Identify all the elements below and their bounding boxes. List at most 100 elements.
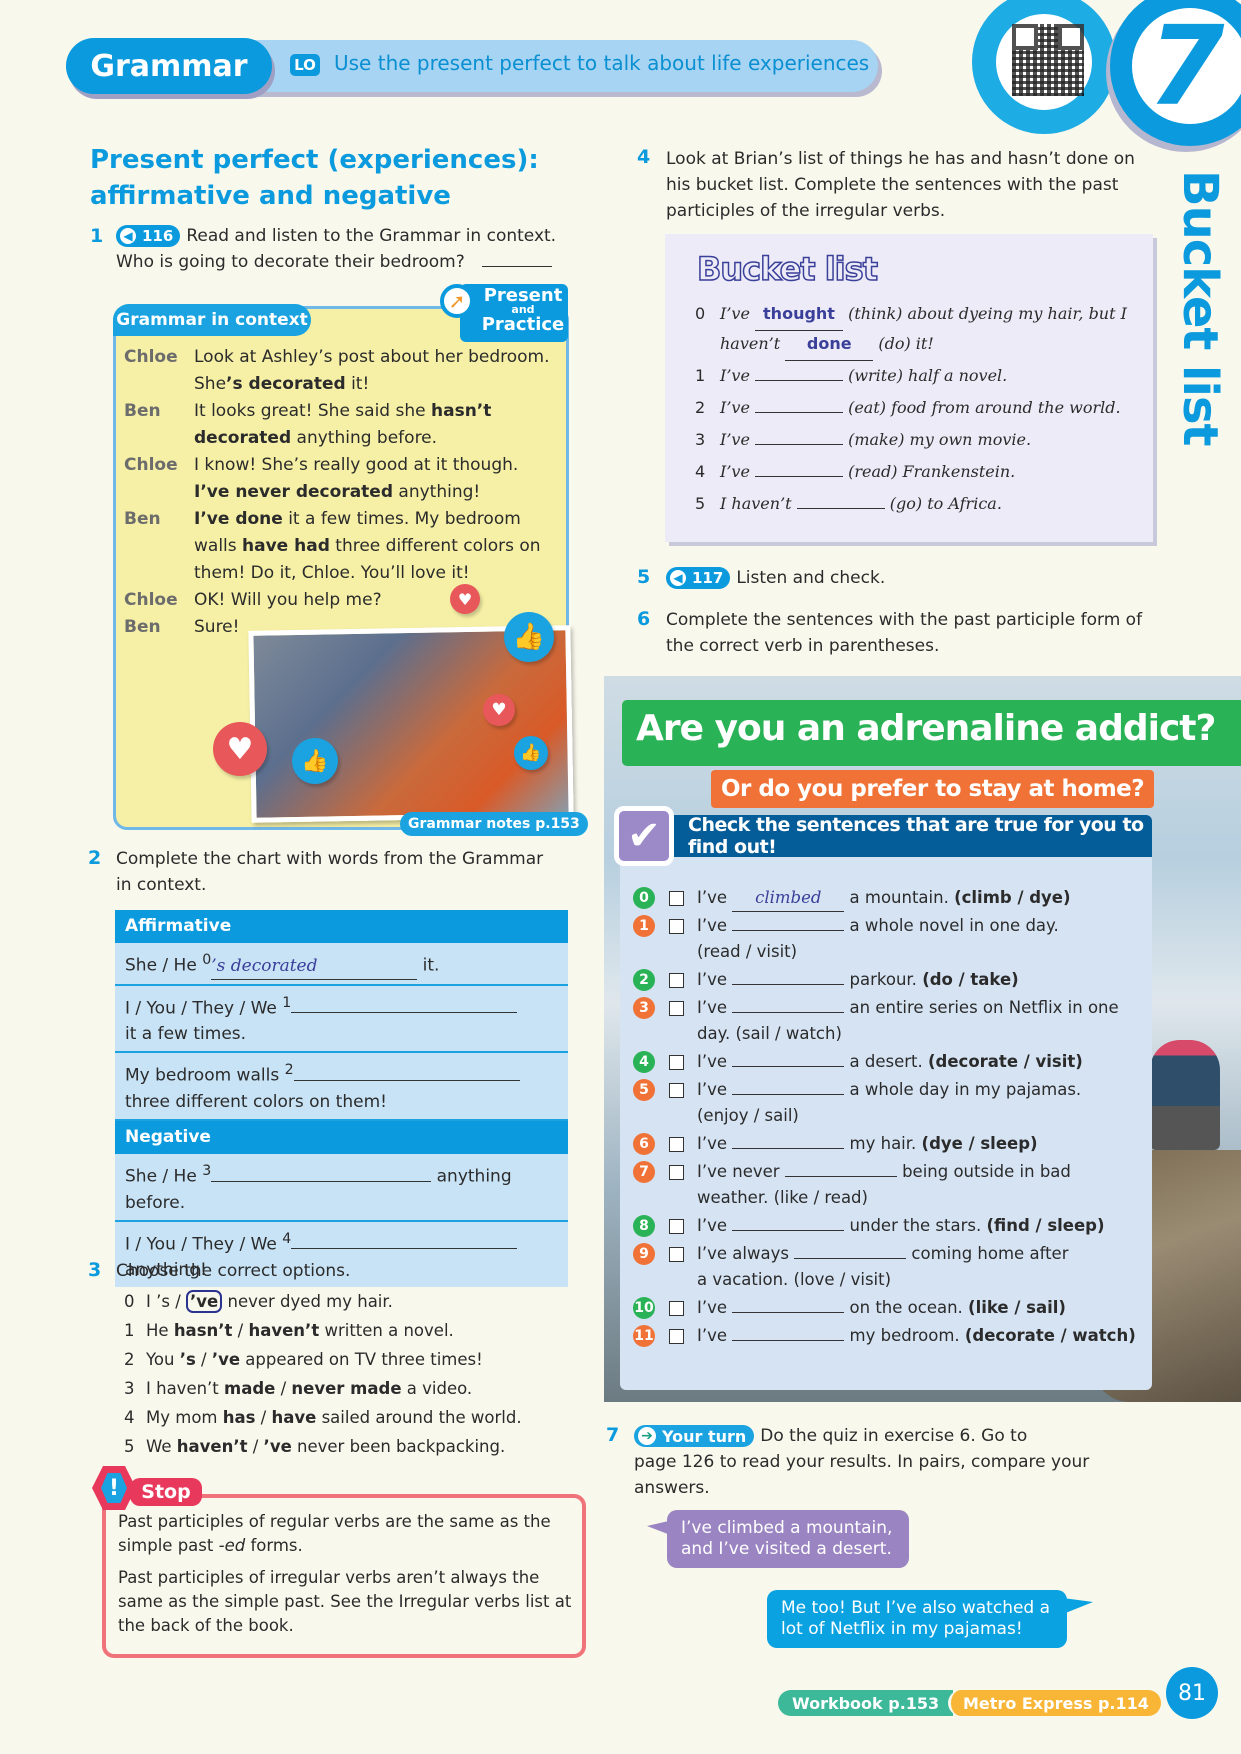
checkbox[interactable] xyxy=(669,1001,684,1016)
exercise-7-text-3: answers. xyxy=(634,1478,710,1498)
dialogue-bold: have had xyxy=(242,536,330,556)
chart-row-text: it a few times. xyxy=(125,1024,247,1045)
answer-blank[interactable] xyxy=(755,380,843,381)
answer-blank[interactable] xyxy=(211,1180,432,1182)
answer-blank[interactable] xyxy=(291,1012,518,1014)
option-a[interactable]: ’s xyxy=(180,1350,196,1369)
checkbox[interactable] xyxy=(669,1083,684,1098)
answer-blank[interactable] xyxy=(732,1066,845,1067)
answer-blank[interactable] xyxy=(732,1340,845,1341)
option-a[interactable]: haven’t xyxy=(177,1437,248,1456)
item-text: a whole novel in one day. xyxy=(844,916,1059,935)
dialogue-text-3: them! Do it, Chloe. You’ll love it! xyxy=(194,563,470,583)
checkbox[interactable] xyxy=(669,1247,684,1262)
audio-track-button[interactable]: ◀ 116 xyxy=(116,225,181,247)
item-number: 3 xyxy=(202,1162,212,1179)
answer-blank[interactable]: climbed xyxy=(732,885,845,912)
checkbox[interactable] xyxy=(669,891,684,906)
present-and-practice-button[interactable]: Present and Practice xyxy=(460,284,568,342)
option-b[interactable]: ’ve xyxy=(264,1437,292,1456)
answer-blank[interactable] xyxy=(794,1258,907,1259)
answer-blank[interactable] xyxy=(732,1230,845,1231)
stop-note-text: Past participles of regular verbs are th… xyxy=(118,1510,578,1646)
option-b[interactable]: ’ve xyxy=(212,1350,240,1369)
chart-row: She / He 0’s decorated it. xyxy=(115,943,568,986)
item-text: sailed around the world. xyxy=(316,1408,522,1427)
option-b-selected[interactable]: ’ve xyxy=(186,1290,223,1313)
item-text: (write) half a novel. xyxy=(843,366,1008,385)
audio-track-button[interactable]: ◀ 117 xyxy=(666,567,731,589)
answer-blank[interactable] xyxy=(482,266,553,267)
metro-express-reference[interactable]: Metro Express p.114 xyxy=(948,1690,1161,1716)
answer-blank[interactable] xyxy=(732,1312,845,1313)
item-text-wrap: a vacation. (love / visit) xyxy=(697,1270,892,1289)
qr-code-icon[interactable] xyxy=(1012,24,1084,96)
chart-header-affirmative: Affirmative xyxy=(115,910,568,943)
speaker-name: Chloe xyxy=(124,347,178,367)
separator: / xyxy=(275,1379,292,1398)
answer-blank[interactable] xyxy=(732,1012,845,1013)
checkbox[interactable] xyxy=(669,1137,684,1152)
item-number: 5 xyxy=(124,1437,135,1456)
speaker-name: Chloe xyxy=(124,590,178,610)
item-text: We xyxy=(146,1437,177,1456)
checkbox[interactable] xyxy=(669,1219,684,1234)
checkbox[interactable] xyxy=(669,1301,684,1316)
answer-blank[interactable] xyxy=(784,1176,897,1177)
dialogue-text: I know! She’s really good at it though. … xyxy=(194,452,574,506)
checkbox[interactable] xyxy=(669,1055,684,1070)
dialogue-text-2a: walls xyxy=(194,536,243,556)
answer-blank[interactable]: thought xyxy=(755,298,843,331)
quiz-item-number: 2 xyxy=(633,969,655,991)
answer-blank[interactable] xyxy=(732,984,845,985)
answer-blank[interactable] xyxy=(732,1148,845,1149)
answer-blank[interactable]: ’s decorated xyxy=(211,953,418,980)
your-turn-label: Your turn xyxy=(662,1426,747,1446)
workbook-reference[interactable]: Workbook p.153 xyxy=(778,1690,954,1716)
option-a[interactable]: made xyxy=(224,1379,275,1398)
item-number: 1 xyxy=(124,1321,135,1340)
exercise-3-instructions: Choose the correct options. xyxy=(116,1261,351,1281)
answer-blank[interactable] xyxy=(755,444,843,445)
item-text: I’ve xyxy=(697,1052,733,1071)
quiz-item-number: 0 xyxy=(633,887,655,909)
option-b[interactable]: haven’t xyxy=(248,1321,319,1340)
dialogue-text-1: It looks great! She said she xyxy=(194,401,431,421)
answer-blank[interactable]: done xyxy=(785,328,874,361)
dialogue-text: Look at Ashley’s post about her bedroom.… xyxy=(194,344,574,398)
option-a[interactable]: hasn’t xyxy=(174,1321,233,1340)
answer-blank[interactable] xyxy=(732,930,845,931)
option-b[interactable]: never made xyxy=(291,1379,401,1398)
option-b[interactable]: have xyxy=(272,1408,317,1427)
audio-track-number: 116 xyxy=(142,227,174,245)
pp-badge-bottom: Practice xyxy=(481,314,565,335)
item-text: (read) Frankenstein. xyxy=(843,462,1016,481)
exercise-7-instructions: ➔ Your turn Do the quiz in exercise 6. Go … xyxy=(634,1423,1154,1501)
checkbox[interactable] xyxy=(669,1329,684,1344)
verb-options: (climb / dye) xyxy=(954,888,1071,907)
answer-blank[interactable] xyxy=(796,508,885,509)
answer-blank[interactable] xyxy=(755,476,843,477)
chart-row-text: three different colors on them! xyxy=(125,1091,387,1112)
quiz-item-text: I’ve parkour. (do / take) xyxy=(697,967,1137,993)
option-a[interactable]: ’s xyxy=(156,1292,170,1311)
quiz-item-text: I’ve a whole novel in one day. (read / vi… xyxy=(697,913,1137,965)
checkbox[interactable] xyxy=(669,919,684,934)
answer-blank[interactable] xyxy=(732,1094,845,1095)
grammar-notes-link[interactable]: Grammar notes p.153 xyxy=(400,812,588,836)
item-text: I’ve always xyxy=(697,1244,795,1263)
stop-paragraph-2: Past participles of irregular verbs aren… xyxy=(118,1568,572,1635)
option-a[interactable]: has xyxy=(223,1408,256,1427)
option-item: 5 We haven’t / ’ve never been backpacking… xyxy=(124,1432,522,1461)
checkbox[interactable] xyxy=(669,973,684,988)
exercise-5-instructions: ◀ 117 Listen and check. xyxy=(666,565,885,591)
dialogue-text-2b: it! xyxy=(345,374,370,394)
verb-options: (decorate / watch) xyxy=(964,1326,1136,1345)
item-text: I haven’t xyxy=(146,1379,225,1398)
answer-blank[interactable] xyxy=(291,1248,518,1250)
dialogue-text-2: anything! xyxy=(393,482,481,502)
answer-blank[interactable] xyxy=(293,1079,520,1081)
checkbox[interactable] xyxy=(669,1165,684,1180)
answer-blank[interactable] xyxy=(755,412,843,413)
item-text: I’ve xyxy=(720,398,755,417)
